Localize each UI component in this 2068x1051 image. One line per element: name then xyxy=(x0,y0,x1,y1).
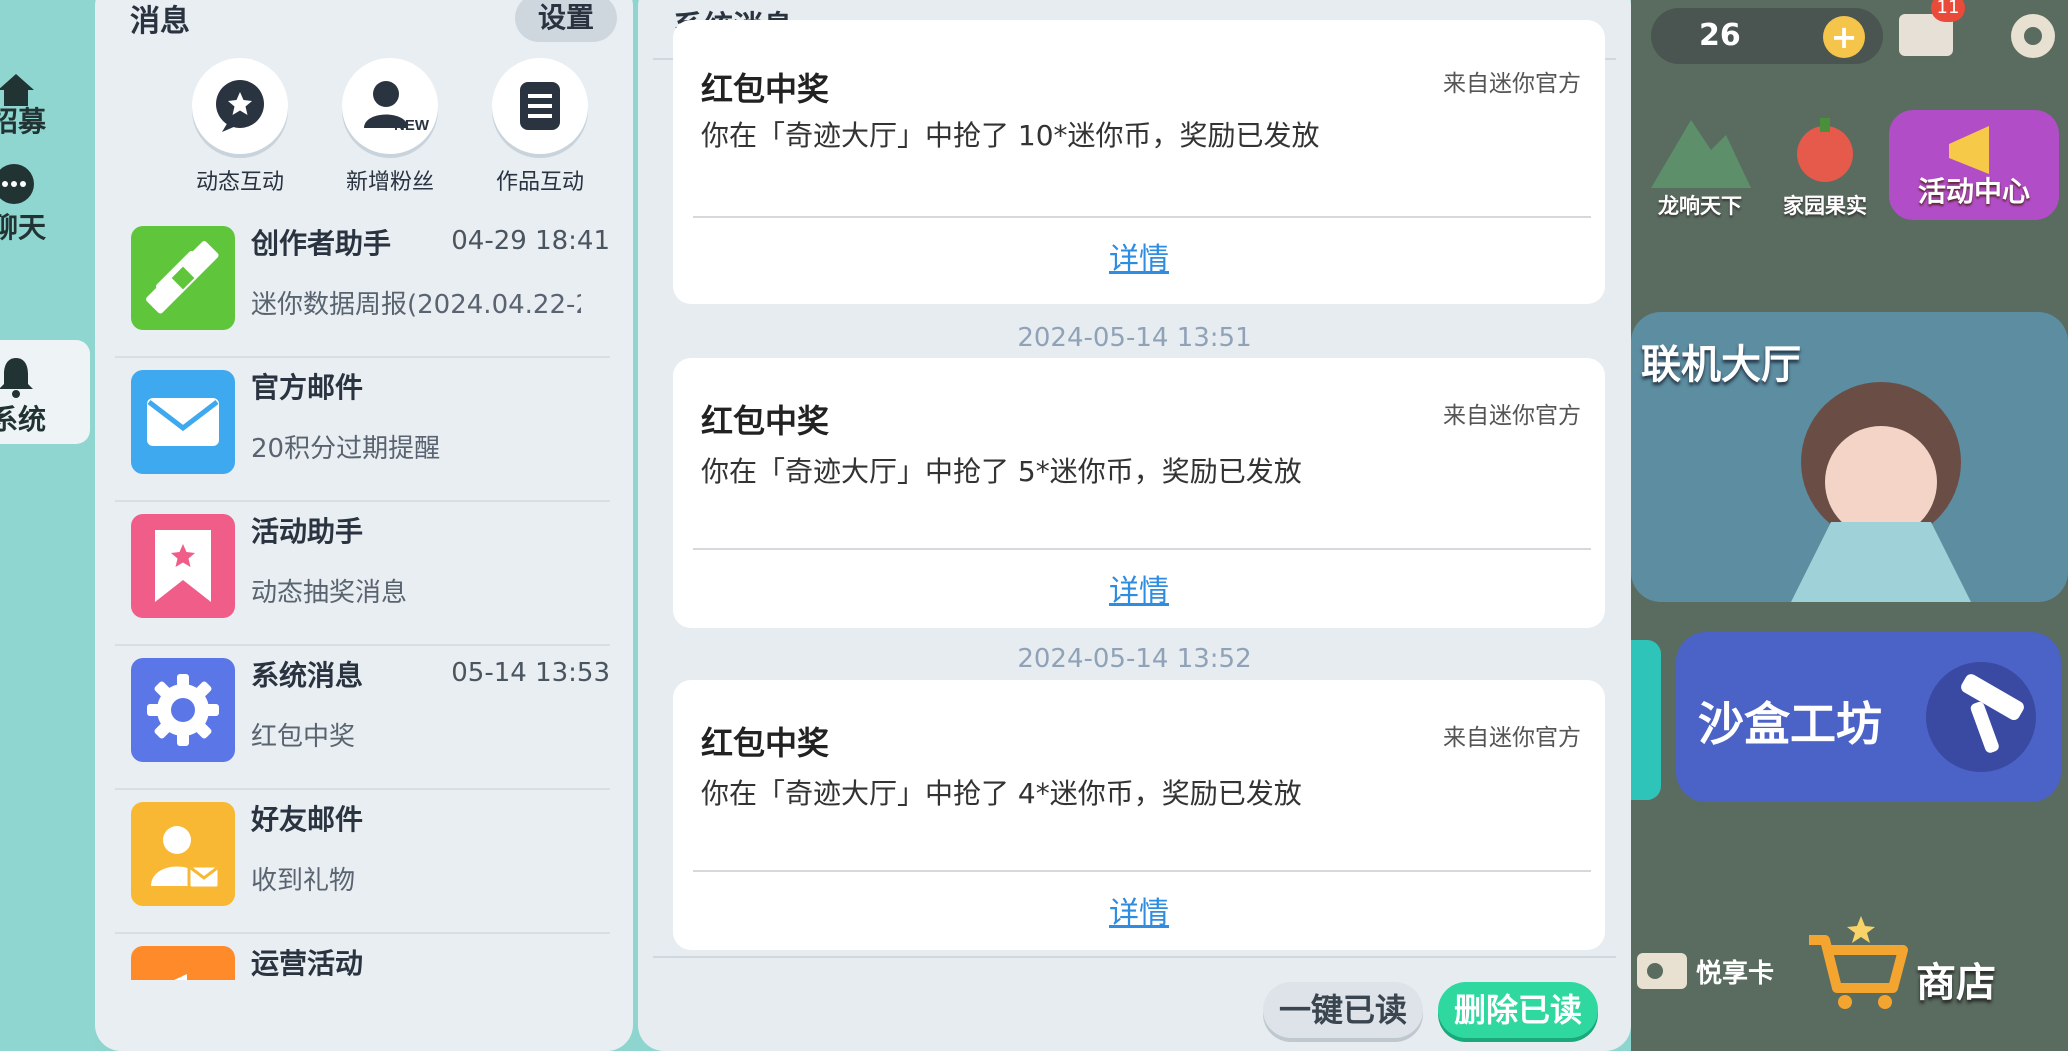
ruler-pencil-icon xyxy=(131,226,235,330)
bookmark-star-icon xyxy=(131,514,235,618)
thread-row-system-messages[interactable]: 系统消息 05-14 13:53 红包中奖 xyxy=(115,644,610,790)
details-link[interactable]: 详情 xyxy=(673,888,1605,932)
mail-badge: 11 xyxy=(1931,0,1965,22)
panel-title: 消息 xyxy=(130,4,190,39)
thread-row-activity-assistant[interactable]: 活动助手 动态抽奖消息 xyxy=(115,500,610,646)
thread-title: 系统消息 xyxy=(251,659,364,692)
thread-title: 运营活动 xyxy=(251,947,364,980)
delete-read-button[interactable]: 删除已读 xyxy=(1438,982,1598,1038)
coin-count: 26 xyxy=(1699,18,1741,53)
message-timestamp: 2024-05-14 13:52 xyxy=(1017,644,1252,674)
multiplayer-hall-banner[interactable]: 联机大厅 xyxy=(1631,312,2068,602)
quick-action-label: 作品互动 xyxy=(495,170,584,195)
thread-preview: 红包中奖 xyxy=(251,722,356,752)
quick-action-works[interactable]: 作品互动 xyxy=(465,58,615,196)
divider xyxy=(693,216,1591,218)
message-card: 红包中奖 来自迷你官方 你在「奇迹大厅」中抢了 4*迷你币，奖励已发放 详情 xyxy=(673,680,1605,950)
thread-row-operation-activity[interactable]: 运营活动 xyxy=(115,932,610,980)
card-source: 来自迷你官方 xyxy=(1443,71,1581,97)
thread-preview: 收到礼物 xyxy=(251,866,356,896)
thread-row-creator-assistant[interactable]: 创作者助手 04-29 18:41 迷你数据周报(2024.04.22-2 xyxy=(115,212,610,358)
rail-label: 聊天 xyxy=(0,211,47,244)
tile-label: 活动中心 xyxy=(1917,175,2030,208)
new-follower-icon: NEW xyxy=(342,58,438,154)
quick-action-new-fans[interactable]: NEW 新增粉丝 xyxy=(315,58,465,196)
gear-icon xyxy=(131,658,235,762)
rail-tab-system[interactable]: 系统 xyxy=(0,340,90,444)
thread-preview: 20积分过期提醒 xyxy=(251,434,441,464)
sandbox-label: 沙盒工坊 xyxy=(1698,697,1882,751)
settings-button[interactable]: 设置 xyxy=(515,0,617,42)
message-timestamp: 2024-05-14 13:51 xyxy=(1017,323,1252,353)
bell-icon xyxy=(0,358,33,398)
side-tile-edge xyxy=(1631,640,1661,800)
quick-action-dynamic[interactable]: 动态互动 xyxy=(165,58,315,196)
card-body: 你在「奇迹大厅」中抢了 5*迷你币，奖励已发放 xyxy=(701,455,1302,488)
add-coins-button[interactable]: + xyxy=(1823,16,1865,58)
card-source: 来自迷你官方 xyxy=(1443,403,1581,429)
friend-mail-icon xyxy=(131,802,235,906)
tile-label: 龙响天下 xyxy=(1658,194,1742,218)
divider xyxy=(693,870,1591,872)
pass-card-button[interactable]: 悦享卡 xyxy=(1631,945,1781,995)
tile-home-fruit[interactable]: 家园果实 xyxy=(1766,110,1884,220)
game-lobby-background: 26 + 11 龙响天下 家园果实 活动中心 联机大厅 沙盒工坊 悦享卡 商店 xyxy=(1631,0,2068,1051)
divider xyxy=(693,548,1591,550)
sandbox-workshop-button[interactable]: 沙盒工坊 xyxy=(1676,632,2061,802)
thread-list: 创作者助手 04-29 18:41 迷你数据周报(2024.04.22-2 官方… xyxy=(95,212,633,980)
thread-row-official-mail[interactable]: 官方邮件 20积分过期提醒 xyxy=(115,356,610,502)
rail-tab-recruit[interactable]: 招募 xyxy=(0,62,90,162)
details-link[interactable]: 详情 xyxy=(673,234,1605,278)
thread-title: 活动助手 xyxy=(251,515,364,548)
shop-label: 商店 xyxy=(1916,960,1996,1006)
thread-time: 04-29 18:41 xyxy=(451,226,610,256)
tile-label: 家园果实 xyxy=(1783,194,1867,218)
chat-bubble-icon xyxy=(0,164,34,204)
system-message-panel: 系统消息 红包中奖 来自迷你官方 你在「奇迹大厅」中抢了 10*迷你币，奖励已发… xyxy=(638,0,1631,1051)
card-source: 来自迷你官方 xyxy=(1443,725,1581,751)
rail-label: 系统 xyxy=(0,403,47,436)
thread-row-friend-mail[interactable]: 好友邮件 收到礼物 xyxy=(115,788,610,934)
message-card: 红包中奖 来自迷你官方 你在「奇迹大厅」中抢了 5*迷你币，奖励已发放 详情 xyxy=(673,358,1605,628)
thread-title: 好友邮件 xyxy=(251,803,364,836)
shop-button[interactable]: 商店 xyxy=(1801,910,2061,1010)
tile-dragon[interactable]: 龙响天下 xyxy=(1641,110,1759,220)
list-document-icon xyxy=(492,58,588,154)
thread-preview: 迷你数据周报(2024.04.22-2 xyxy=(251,290,581,320)
card-body: 你在「奇迹大厅」中抢了 10*迷你币，奖励已发放 xyxy=(701,119,1320,152)
tile-activity-center[interactable]: 活动中心 xyxy=(1889,110,2059,220)
divider xyxy=(653,956,1616,958)
quick-action-label: 动态互动 xyxy=(195,170,284,195)
card-title: 红包中奖 xyxy=(701,70,830,108)
thread-time: 05-14 13:53 xyxy=(451,658,610,688)
message-card: 红包中奖 来自迷你官方 你在「奇迹大厅」中抢了 10*迷你币，奖励已发放 详情 xyxy=(673,20,1605,304)
side-tab-rail: 招募 聊天 系统 xyxy=(0,0,95,1051)
pass-label: 悦享卡 xyxy=(1696,959,1775,989)
star-bubble-icon xyxy=(192,58,288,154)
card-body: 你在「奇迹大厅」中抢了 4*迷你币，奖励已发放 xyxy=(701,777,1302,810)
fruit-icon xyxy=(1797,118,1853,182)
card-title: 红包中奖 xyxy=(701,402,830,440)
details-link[interactable]: 详情 xyxy=(673,566,1605,610)
coin-balance: 26 + xyxy=(1651,8,1883,64)
settings-gear-icon[interactable] xyxy=(2003,6,2063,66)
card-title: 红包中奖 xyxy=(701,724,830,762)
mark-all-read-button[interactable]: 一键已读 xyxy=(1263,982,1423,1038)
rail-label: 招募 xyxy=(0,105,47,138)
thread-title: 创作者助手 xyxy=(251,227,392,260)
envelope-icon xyxy=(131,370,235,474)
hall-label: 联机大厅 xyxy=(1641,342,1801,388)
hammer-icon xyxy=(1926,662,2036,772)
quick-action-label: 新增粉丝 xyxy=(345,170,434,195)
card-icon xyxy=(1637,953,1687,989)
mountain-icon xyxy=(1651,120,1751,188)
thread-preview: 动态抽奖消息 xyxy=(251,578,408,608)
shopping-cart-icon xyxy=(1809,916,1908,1009)
rail-tab-chat[interactable]: 聊天 xyxy=(0,162,90,262)
svg-text:NEW: NEW xyxy=(394,117,430,134)
thread-title: 官方邮件 xyxy=(251,371,364,404)
megaphone-icon xyxy=(131,946,235,980)
messages-panel: 消息 设置 动态互动 NEW 新增粉丝 作品互动 创作者助手 04-29 18:… xyxy=(95,0,633,1051)
